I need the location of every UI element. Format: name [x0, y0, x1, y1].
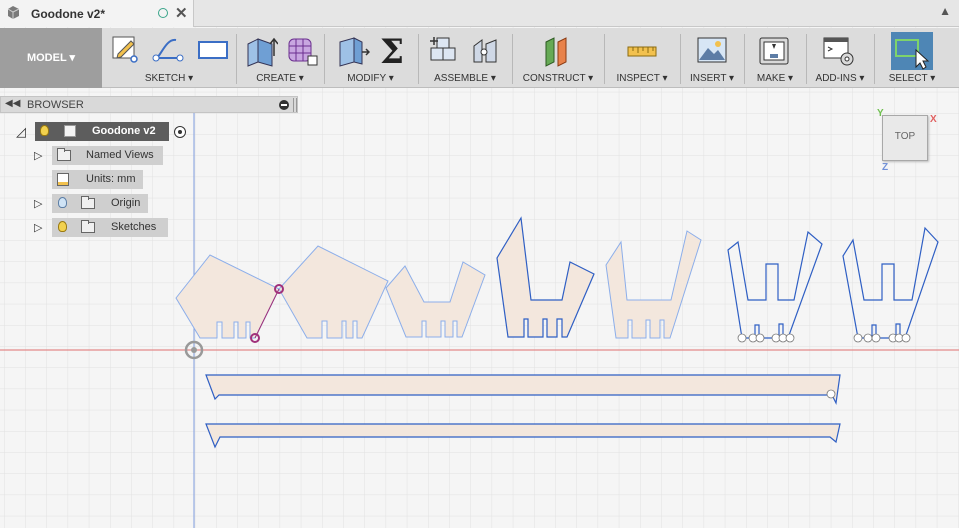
expand-named-views-icon[interactable]: ▷	[34, 149, 42, 162]
toolbar-divider	[418, 34, 419, 84]
browser-panel-header: ◀◀ BROWSER	[0, 96, 298, 113]
make-menu[interactable]: MAKE ▾	[748, 73, 802, 84]
expand-root-icon[interactable]: ◿	[16, 124, 26, 140]
toolbar-divider	[744, 34, 745, 84]
document-tab-bar: Goodone v2* ✕ ▲	[0, 0, 959, 27]
component-icon	[64, 125, 76, 137]
new-component-icon[interactable]	[428, 34, 460, 68]
root-label: Goodone v2	[92, 125, 156, 137]
insert-image-icon[interactable]	[696, 34, 728, 68]
sketch-menu[interactable]: SKETCH ▾	[104, 73, 234, 84]
toolbar-divider	[236, 34, 237, 84]
rectangle-icon[interactable]	[196, 34, 230, 64]
item-label: Units: mm	[86, 173, 136, 185]
item-label: Sketches	[111, 221, 157, 233]
measure-icon[interactable]	[626, 34, 658, 68]
spline-icon[interactable]	[152, 34, 186, 64]
create-sketch-icon[interactable]	[110, 34, 140, 64]
3d-print-icon[interactable]	[758, 34, 790, 68]
document-title: Goodone v2*	[31, 7, 106, 21]
press-pull-icon[interactable]	[336, 34, 370, 68]
toolbar-divider	[604, 34, 605, 84]
modify-group[interactable]: Σ MODIFY ▾	[328, 28, 413, 88]
inspect-menu[interactable]: INSPECT ▾	[608, 73, 676, 84]
document-tab[interactable]: Goodone v2* ✕	[0, 0, 194, 27]
extrude-icon[interactable]	[244, 34, 278, 68]
browser-item-sketches[interactable]: Sketches	[52, 218, 168, 237]
select-group[interactable]: SELECT ▾	[878, 28, 946, 88]
select-menu[interactable]: SELECT ▾	[878, 73, 946, 84]
expand-origin-icon[interactable]: ▷	[34, 197, 42, 210]
main-toolbar: MODEL ▾ SKETCH ▾ CREATE ▾ Σ MODIFY ▾ ASS…	[0, 28, 959, 88]
minimize-panel-icon[interactable]	[279, 100, 289, 110]
offset-plane-icon[interactable]	[540, 34, 576, 68]
fusion-window: Goodone v2* ✕ ▲ MODEL ▾ SKETCH ▾ CREATE …	[0, 0, 959, 528]
select-cursor-icon[interactable]	[892, 34, 932, 70]
folder-icon	[81, 220, 95, 233]
activate-component-radio[interactable]	[174, 126, 186, 138]
item-label: Origin	[111, 197, 141, 209]
viewcube-face-label: TOP	[894, 131, 916, 142]
workspace-switcher[interactable]: MODEL ▾	[0, 28, 102, 88]
toolbar-divider	[512, 34, 513, 84]
folder-icon	[81, 196, 95, 209]
browser-item-named-views[interactable]: Named Views	[52, 146, 163, 165]
browser-item-origin[interactable]: Origin	[52, 194, 148, 213]
collapse-toolbar-icon[interactable]: ▲	[939, 4, 951, 18]
modify-menu[interactable]: MODIFY ▾	[328, 73, 413, 84]
insert-menu[interactable]: INSERT ▾	[684, 73, 740, 84]
visibility-bulb-icon[interactable]	[58, 197, 67, 208]
close-tab-icon[interactable]: ✕	[175, 4, 188, 22]
toolbar-divider	[806, 34, 807, 84]
parameters-sigma-icon[interactable]: Σ	[380, 32, 404, 72]
viewcube[interactable]: TOP	[882, 115, 928, 161]
construct-menu[interactable]: CONSTRUCT ▾	[516, 73, 600, 84]
units-document-icon	[57, 173, 69, 186]
sketch-group[interactable]: SKETCH ▾	[104, 28, 234, 88]
browser-title: BROWSER	[27, 99, 84, 111]
construct-group[interactable]: CONSTRUCT ▾	[516, 28, 600, 88]
addins-group[interactable]: ADD-INS ▾	[810, 28, 870, 88]
browser-root-node[interactable]: Goodone v2	[35, 122, 169, 141]
z-axis-label: Z	[882, 162, 889, 173]
sync-status-icon	[158, 8, 168, 18]
toolbar-divider	[324, 34, 325, 84]
panel-resize-handle[interactable]	[293, 98, 297, 112]
create-menu[interactable]: CREATE ▾	[240, 73, 320, 84]
toolbar-divider	[874, 34, 875, 84]
joint-icon[interactable]	[470, 34, 502, 68]
form-icon[interactable]	[286, 34, 318, 68]
addins-menu[interactable]: ADD-INS ▾	[810, 73, 870, 84]
toolbar-divider	[680, 34, 681, 84]
create-group[interactable]: CREATE ▾	[240, 28, 320, 88]
browser-item-units[interactable]: Units: mm	[52, 170, 143, 189]
visibility-bulb-icon[interactable]	[58, 221, 67, 232]
make-group[interactable]: MAKE ▾	[748, 28, 802, 88]
item-label: Named Views	[86, 149, 154, 161]
collapse-browser-icon[interactable]: ◀◀	[5, 98, 20, 109]
design-document-icon	[7, 6, 20, 19]
expand-sketches-icon[interactable]: ▷	[34, 221, 42, 234]
scripts-addins-icon[interactable]	[822, 34, 856, 68]
assemble-menu[interactable]: ASSEMBLE ▾	[422, 73, 508, 84]
assemble-group[interactable]: ASSEMBLE ▾	[422, 28, 508, 88]
x-axis-label: X	[930, 114, 937, 125]
inspect-group[interactable]: INSPECT ▾	[608, 28, 676, 88]
folder-icon	[57, 148, 71, 161]
visibility-bulb-icon[interactable]	[40, 125, 49, 136]
insert-group[interactable]: INSERT ▾	[684, 28, 740, 88]
